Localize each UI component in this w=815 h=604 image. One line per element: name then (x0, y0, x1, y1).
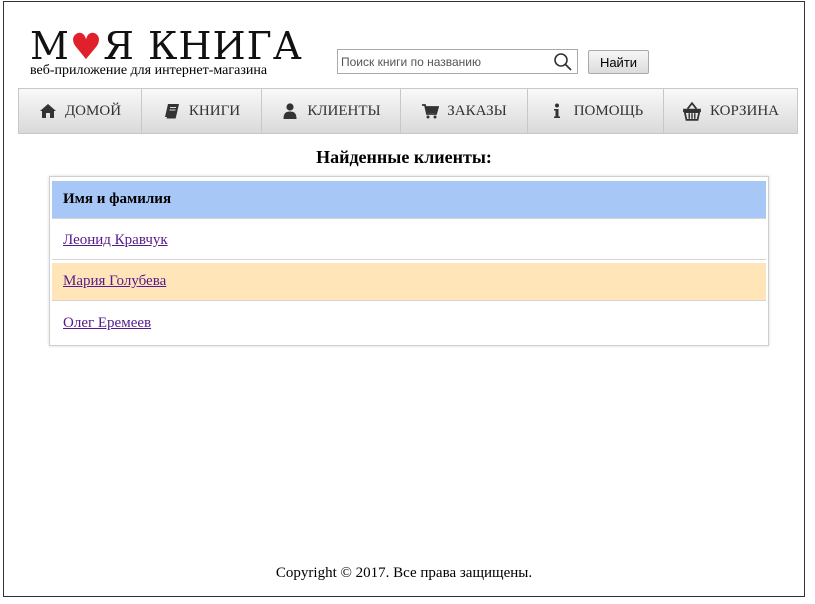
logo-subtitle: веб-приложение для интернет-магазина (30, 63, 268, 78)
nav-label-home: ДОМОЙ (64, 102, 122, 119)
nav-label-books: КНИГИ (188, 102, 241, 119)
page-frame: М♥Я КНИГА веб-приложение для интернет-ма… (3, 1, 805, 597)
logo-title: М♥Я КНИГА (30, 24, 303, 68)
search-icon[interactable] (553, 52, 573, 72)
book-icon (164, 104, 179, 119)
clients-table: Имя и фамилия Леонид Кравчук Мария Голуб… (49, 176, 769, 346)
nav-item-orders[interactable]: ЗАКАЗЫ (401, 89, 528, 133)
nav-item-cart[interactable]: КОРЗИНА (664, 89, 797, 133)
nav-label-clients: КЛИЕНТЫ (307, 102, 381, 119)
table-row: Олег Еремеев (52, 304, 766, 342)
table-header: Имя и фамилия (52, 181, 766, 219)
nav-item-help[interactable]: ПОМОЩЬ (528, 89, 664, 133)
nav-label-help: ПОМОЩЬ (573, 102, 644, 119)
nav-item-home[interactable]: ДОМОЙ (19, 89, 142, 133)
site-logo[interactable]: М♥Я КНИГА веб-приложение для интернет-ма… (30, 26, 320, 82)
heart-icon: ♥ (69, 27, 104, 68)
column-header-name: Имя и фамилия (63, 191, 172, 207)
search-input[interactable] (338, 50, 551, 73)
client-link[interactable]: Леонид Кравчук (63, 232, 168, 249)
info-icon (553, 103, 560, 118)
basket-icon (683, 101, 701, 121)
client-link[interactable]: Олег Еремеев (63, 315, 151, 332)
nav-label-cart: КОРЗИНА (709, 102, 779, 119)
footer-copyright: Copyright © 2017. Все права защищены. (275, 565, 533, 581)
user-icon (283, 103, 297, 119)
main-nav: ДОМОЙ КНИГИ КЛИЕНТЫ ЗАКАЗЫ ПОМОЩЬ КОРЗИН… (18, 88, 798, 134)
nav-item-books[interactable]: КНИГИ (142, 89, 262, 133)
table-row: Мария Голубева (52, 263, 766, 301)
table-row: Леонид Кравчук (52, 222, 766, 260)
nav-item-clients[interactable]: КЛИЕНТЫ (262, 89, 401, 133)
page-title: Найденные клиенты: (316, 147, 492, 167)
search-box (337, 49, 578, 74)
search-button[interactable]: Найти (588, 50, 649, 74)
nav-label-orders: ЗАКАЗЫ (447, 102, 507, 119)
client-link[interactable]: Мария Голубева (63, 273, 166, 290)
cart-icon (422, 104, 440, 119)
home-icon (39, 104, 56, 118)
